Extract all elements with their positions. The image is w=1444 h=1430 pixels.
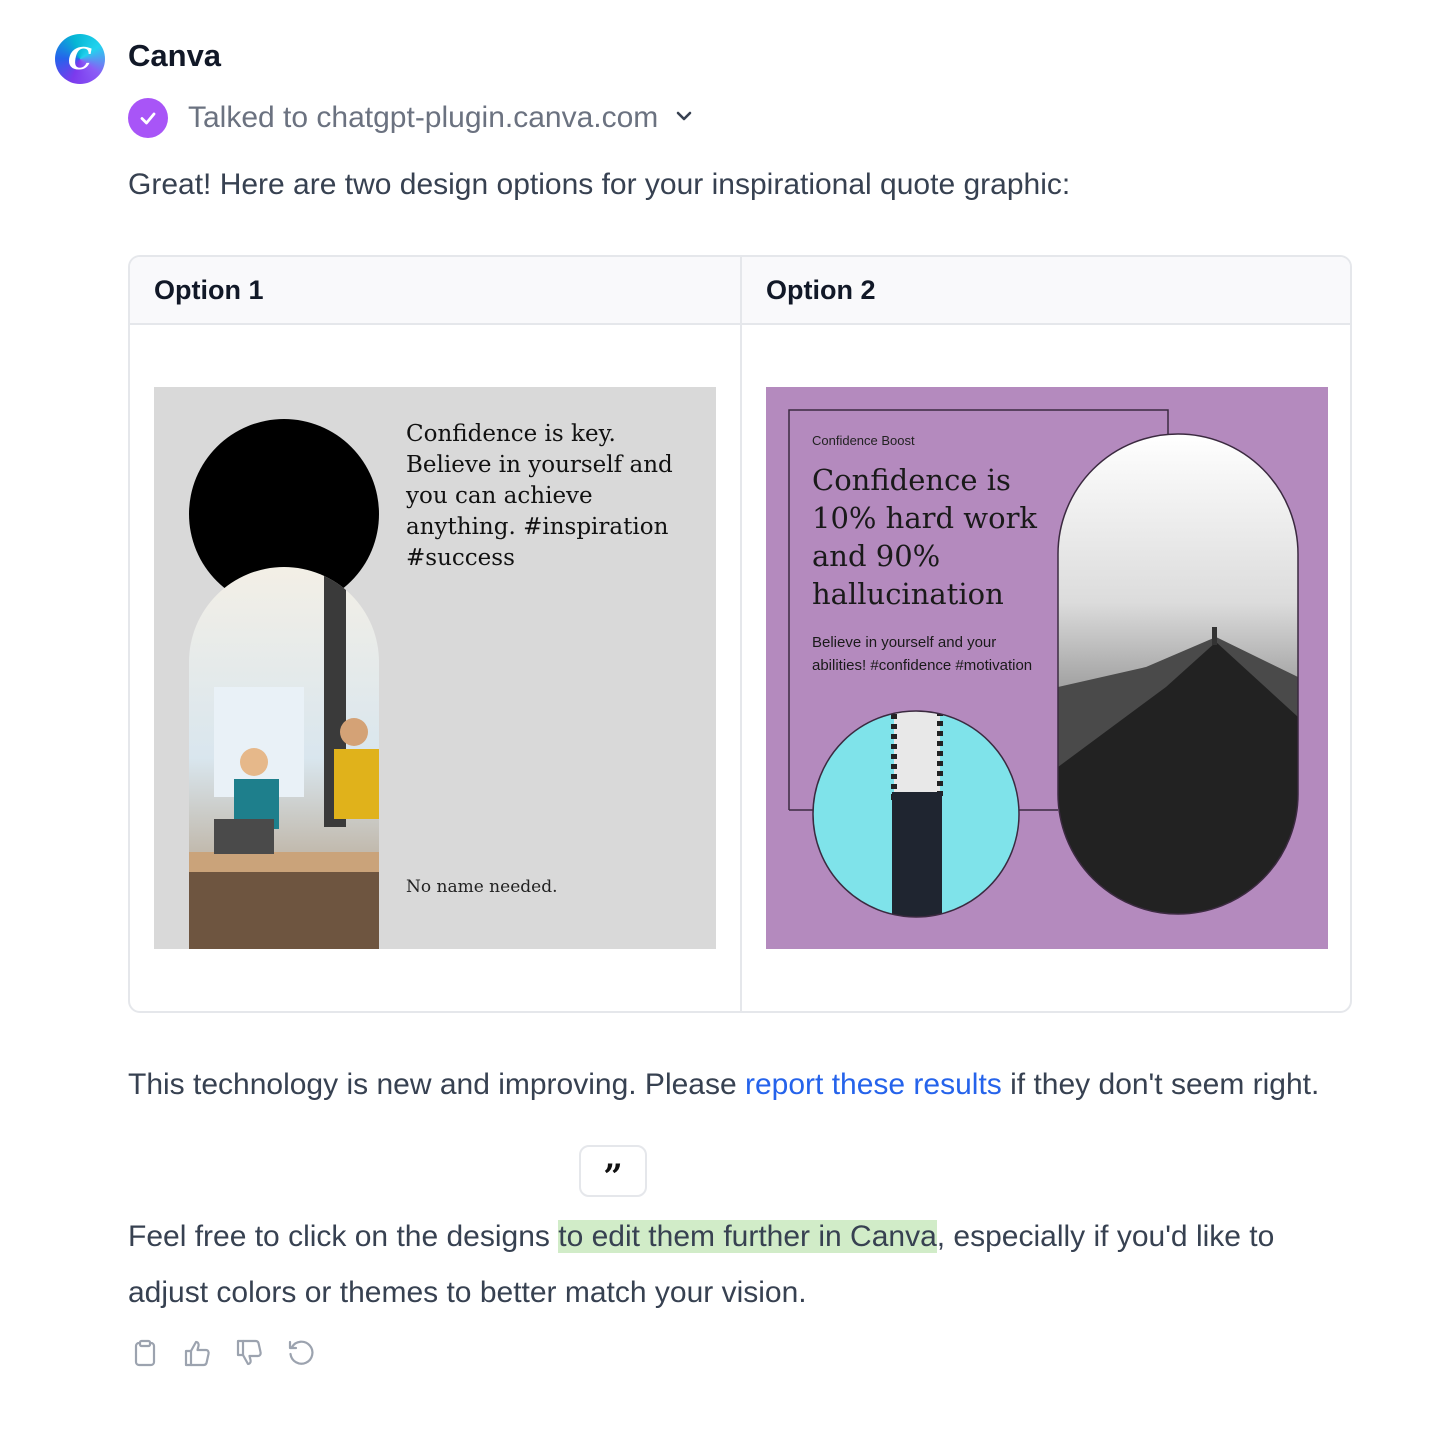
design-option-1[interactable]: Confidence is key. Believe in yourself a… [154,387,716,949]
header-option-1: Option 1 [154,275,264,305]
disclaimer-text: This technology is new and improving. Pl… [128,1057,1358,1113]
canva-avatar: C [55,34,105,84]
thumbs-down-icon[interactable] [232,1336,266,1370]
design-1-quote: Confidence is key. Believe in yourself a… [406,421,673,571]
regenerate-icon[interactable] [284,1336,318,1370]
check-icon [128,98,168,138]
clipboard-icon[interactable] [128,1336,162,1370]
design-options-table: Option 1 Option 2 Confidence is key. Bel… [128,255,1352,1013]
thumbs-up-icon[interactable] [180,1336,214,1370]
chevron-down-icon [674,106,694,131]
intro-text: Great! Here are two design options for y… [128,168,1071,201]
disclaimer-after: if they don't seem right. [1001,1068,1320,1101]
design-2-quote: Confidence is 10% hard work and 90% hall… [812,463,1038,611]
report-results-link[interactable]: report these results [745,1068,1002,1101]
avatar-letter: C [68,41,92,77]
design-2-label: Confidence Boost [812,433,915,448]
disclaimer-before: This technology is new and improving. Pl… [128,1068,745,1101]
design-1-footer: No name needed. [406,877,558,897]
column-divider [740,257,742,1011]
plugin-status-toggle[interactable]: Talked to chatgpt-plugin.canva.com [128,98,694,138]
message-actions [128,1336,318,1370]
design-option-2[interactable]: Confidence Boost Confidence is 10% hard … [766,387,1328,949]
header-option-2: Option 2 [766,275,876,305]
quote-selection-button[interactable]: ” [579,1145,647,1197]
closing-text: Feel free to click on the designs to edi… [128,1209,1358,1321]
highlighted-selection: to edit them further in Canva [558,1220,937,1253]
closing-before: Feel free to click on the designs [128,1220,559,1253]
sender-name: Canva [128,38,222,73]
design-2-body: Believe in yourself and your abilities! … [812,634,1033,674]
plugin-status-text: Talked to chatgpt-plugin.canva.com [188,101,659,134]
